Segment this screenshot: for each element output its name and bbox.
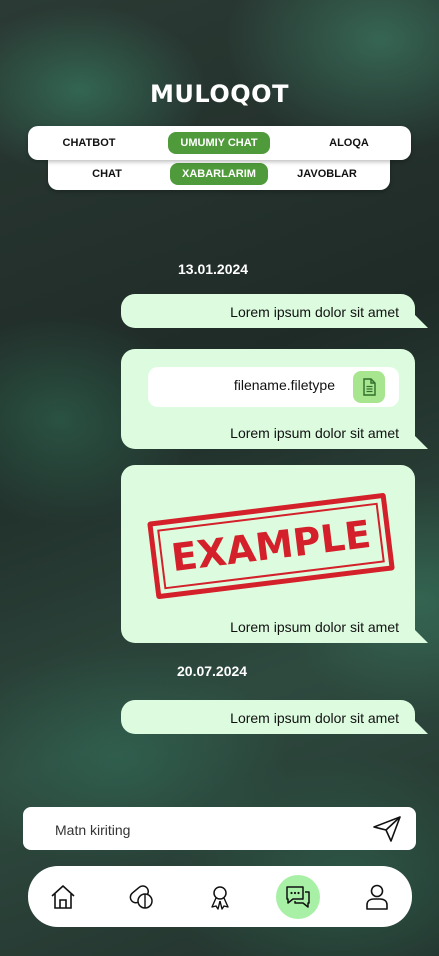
user-icon [366,884,388,910]
home-icon [51,885,75,909]
nav-awards[interactable] [198,875,242,919]
file-attachment[interactable]: filename.filetype [148,367,399,407]
tab-javoblar[interactable]: JAVOBLAR [284,163,370,185]
message-text: Lorem ipsum dolor sit amet [230,619,399,635]
message-text: Lorem ipsum dolor sit amet [230,425,399,441]
file-name: filename.filetype [233,377,335,393]
tab-chatbot[interactable]: CHATBOT [46,132,132,154]
send-icon[interactable] [372,815,402,843]
stamp-border [157,502,385,590]
tab-xabarlarim[interactable]: XABARLARIM [170,163,268,185]
tab-aloqa[interactable]: ALOQA [310,132,388,154]
message-text: Lorem ipsum dolor sit amet [230,304,399,320]
date-separator: 20.07.2024 [177,663,248,679]
chat-icon [286,886,310,908]
tab-umumiy-chat[interactable]: UMUMIY CHAT [168,132,270,154]
tab-chat[interactable]: CHAT [76,163,138,185]
nav-chat[interactable] [276,875,320,919]
nav-home[interactable] [41,875,85,919]
message-input[interactable] [53,807,357,852]
message-bubble-image: EXAMPLE Lorem ipsum dolor sit amet [121,465,428,643]
message-composer [23,807,416,852]
date-separator: 13.01.2024 [178,261,249,277]
award-icon [211,886,229,910]
message-bubble: Lorem ipsum dolor sit amet [121,700,428,734]
message-bubble-file: filename.filetype Lorem ipsum dolor sit … [121,349,428,449]
secondary-tabs: CHAT XABARLARIM JAVOBLAR [48,158,390,190]
primary-tabs: CHATBOT UMUMIY CHAT ALOQA [28,126,411,160]
bottom-navigation [28,866,412,927]
message-text: Lorem ipsum dolor sit amet [230,710,399,726]
example-stamp-image[interactable]: EXAMPLE [147,492,395,600]
nav-profile[interactable] [355,875,399,919]
page-title: MULOQOT [150,80,289,108]
message-bubble: Lorem ipsum dolor sit amet [121,294,428,328]
nav-pills[interactable] [119,875,163,919]
pills-icon [129,885,153,909]
document-icon [353,371,385,403]
